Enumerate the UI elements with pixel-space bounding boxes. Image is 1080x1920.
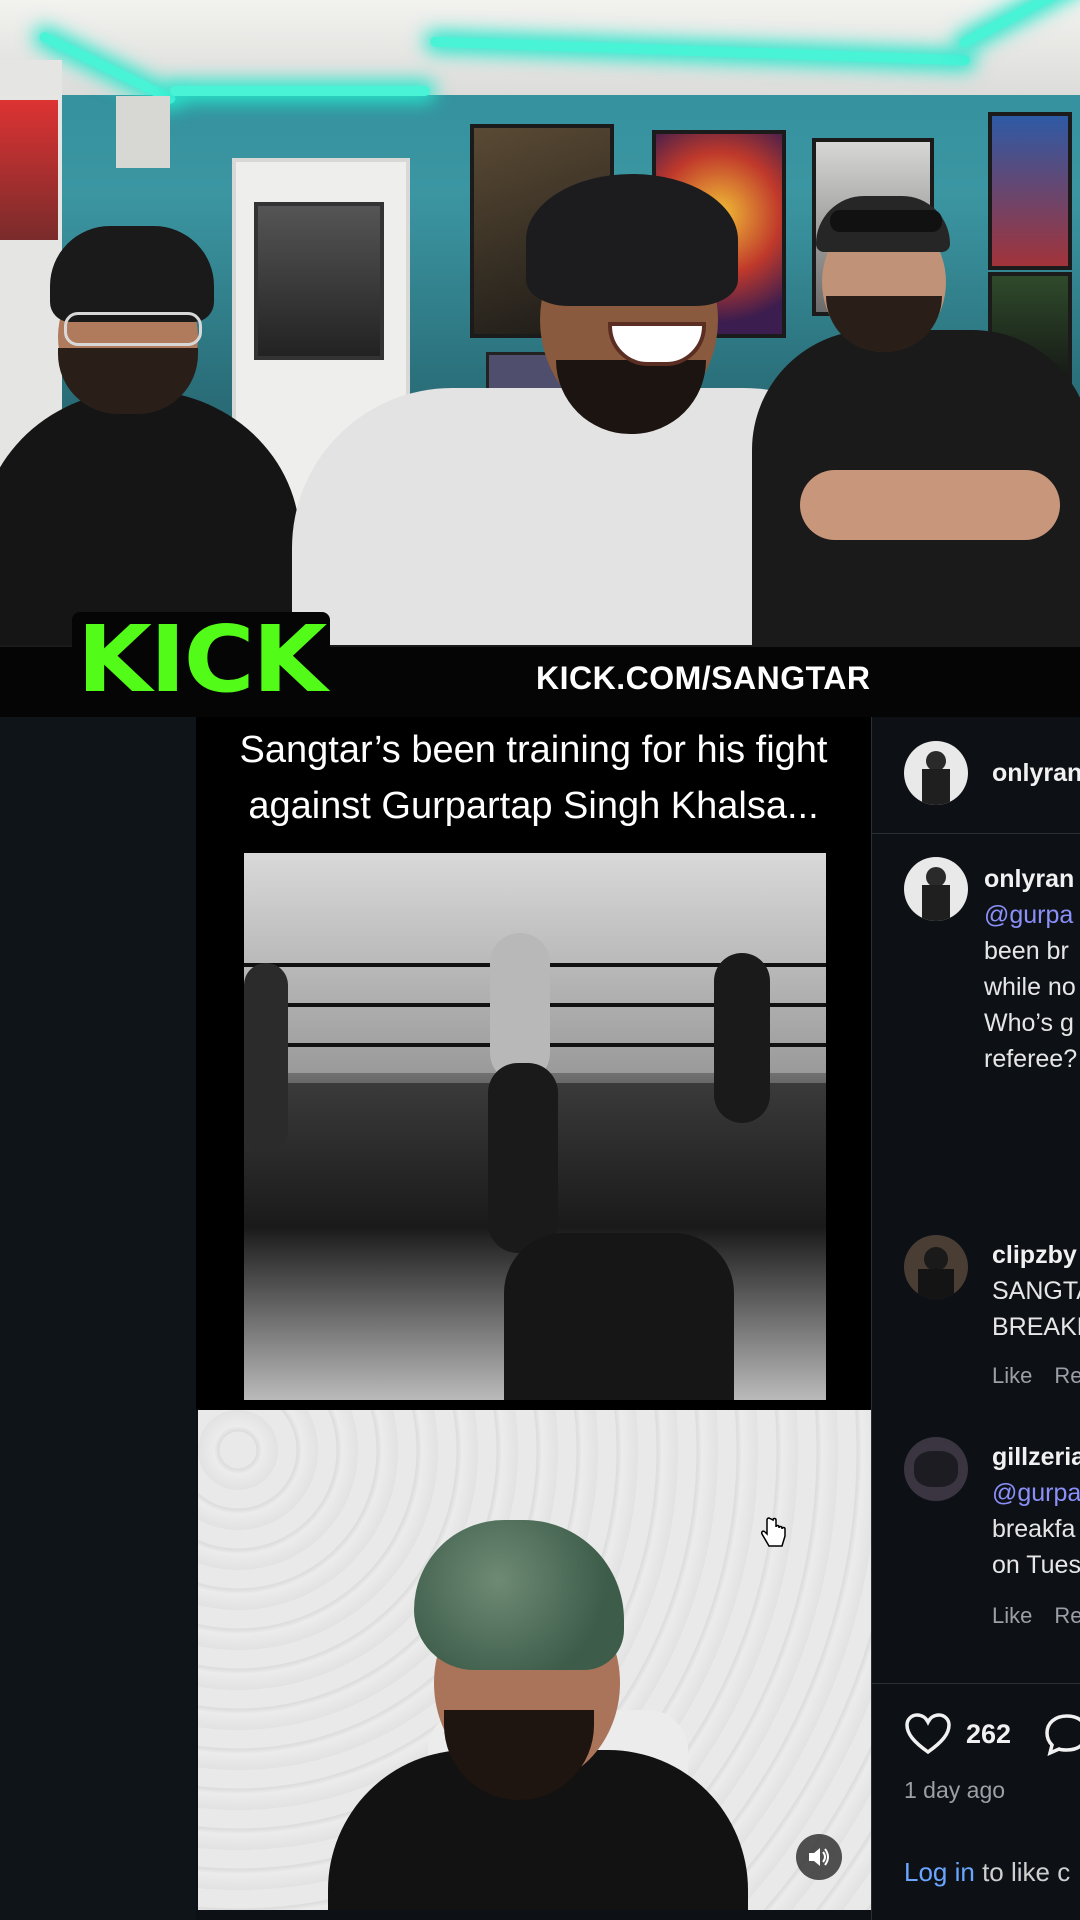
post-timestamp: 1 day ago: [904, 1777, 1006, 1803]
comment-icon[interactable]: [1043, 1712, 1080, 1756]
boxing-ring-clip: [244, 853, 826, 1400]
streamer-webcam: [0, 0, 1080, 645]
wall-poster: [988, 112, 1072, 270]
fallen-opponent: [504, 1233, 734, 1400]
reactor-webcam: [198, 1410, 871, 1910]
comment-text-line: SANGTA: [992, 1277, 1080, 1305]
comment-username[interactable]: clipzby: [992, 1241, 1077, 1270]
comment-text-line: on Tues: [992, 1551, 1080, 1579]
comment-mention[interactable]: @gurpa: [992, 1475, 1080, 1511]
comment-actions: Like Re: [992, 1363, 1080, 1389]
like-count: 262: [966, 1718, 1012, 1749]
hand-cursor-icon: [760, 1516, 788, 1557]
reply-comment-button[interactable]: Re: [1054, 1363, 1080, 1388]
post-author-username[interactable]: onlyran: [992, 759, 1080, 788]
comment-text-line: BREAKF: [992, 1313, 1080, 1341]
comment-text-line: been br: [984, 937, 1069, 965]
left-background: [0, 717, 196, 1920]
wall-poster: [0, 100, 58, 240]
volume-icon: [809, 1848, 829, 1866]
crossed-arms: [800, 470, 1060, 540]
comment-text-line: referee?: [984, 1045, 1078, 1073]
fighter-torso: [490, 933, 550, 1083]
comment-text-line: breakfa: [992, 1515, 1076, 1543]
comment-avatar[interactable]: [904, 1235, 968, 1299]
sunglasses: [830, 210, 942, 232]
bonnet: [414, 1520, 624, 1670]
comment-mention[interactable]: @gurpa: [984, 897, 1073, 933]
comments-panel: onlyran onlyran @gurpa been br while no …: [871, 717, 1080, 1920]
glasses: [64, 312, 202, 346]
divider: [872, 833, 1080, 834]
kick-channel-url: KICK.COM/SANGTAR: [536, 660, 871, 696]
referee: [714, 953, 770, 1123]
comment-avatar[interactable]: [904, 857, 968, 921]
comment-avatar[interactable]: [904, 1437, 968, 1501]
login-link[interactable]: Log in: [904, 1857, 975, 1887]
comment-actions: Like Re: [992, 1603, 1080, 1629]
kick-logo: KICK: [72, 612, 330, 708]
fighter-legs: [488, 1063, 558, 1253]
like-comment-button[interactable]: Like: [992, 1603, 1032, 1628]
divider: [872, 1683, 1080, 1684]
comment-username[interactable]: onlyran: [984, 865, 1074, 894]
video-caption: Sangtar’s been training for his fight ag…: [239, 729, 828, 827]
bystander: [244, 963, 288, 1153]
turban: [50, 226, 214, 322]
like-comment-button[interactable]: Like: [992, 1363, 1032, 1388]
reply-comment-button[interactable]: Re: [1054, 1603, 1080, 1628]
comment-text-line: Who’s g: [984, 1009, 1074, 1037]
beanie: [526, 174, 738, 306]
comment-username[interactable]: gillzeria: [992, 1443, 1080, 1472]
kick-logo-text: KICK: [76, 606, 327, 713]
likes-row: 262: [904, 1712, 1080, 1756]
comment-text-line: while no: [984, 973, 1076, 1001]
login-prompt-text: to like c: [982, 1857, 1071, 1887]
door-poster: [254, 202, 384, 360]
volume-button[interactable]: [796, 1834, 842, 1880]
led-strip: [170, 86, 430, 96]
air-vent: [116, 96, 170, 168]
login-prompt: Log in to like c: [904, 1857, 1070, 1888]
post-author-avatar[interactable]: [904, 741, 968, 805]
heart-icon[interactable]: [904, 1712, 952, 1756]
